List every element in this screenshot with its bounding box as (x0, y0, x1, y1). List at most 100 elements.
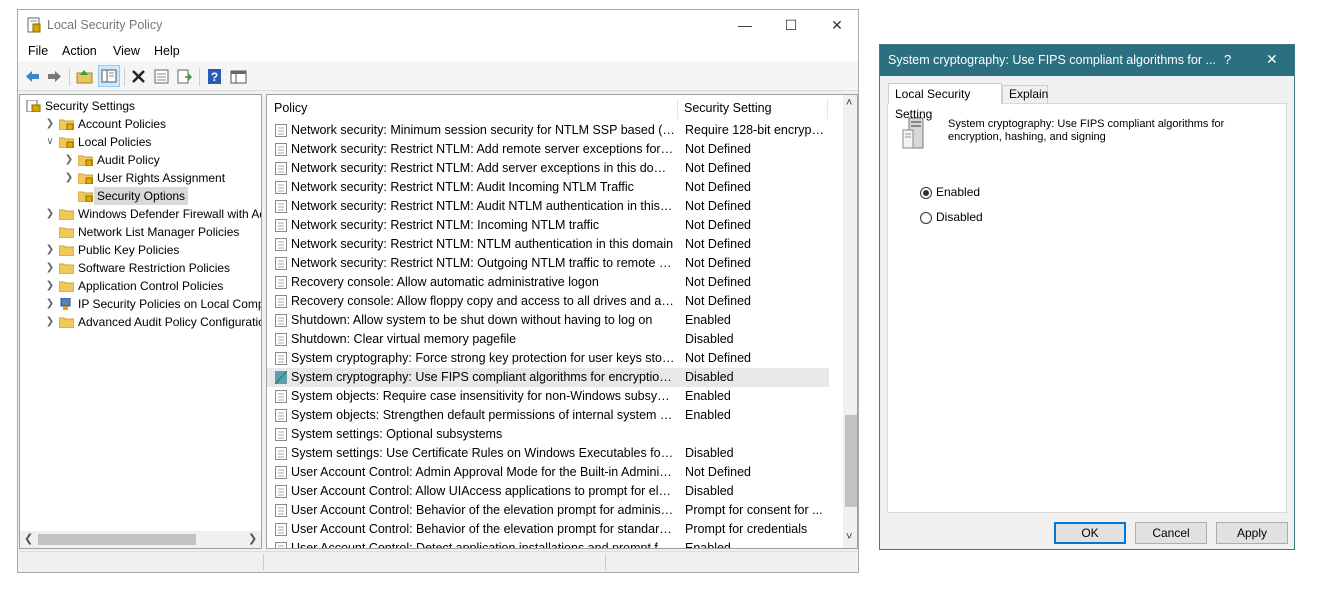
ok-button[interactable]: OK (1054, 522, 1126, 544)
delete-icon[interactable] (130, 68, 147, 85)
policy-row[interactable]: System settings: Use Certificate Rules o… (267, 444, 829, 463)
expand-chevron-icon[interactable]: ❯ (45, 205, 55, 223)
apply-button[interactable]: Apply (1216, 522, 1288, 544)
policy-row[interactable]: Network security: Restrict NTLM: Audit N… (267, 197, 829, 216)
policy-row[interactable]: Recovery console: Allow floppy copy and … (267, 292, 829, 311)
menu-view[interactable]: View (113, 44, 140, 58)
expand-chevron-icon[interactable]: ❯ (64, 169, 74, 187)
scrollbar-thumb[interactable] (845, 415, 857, 507)
shield-icon (26, 100, 41, 112)
policy-row[interactable]: User Account Control: Detect application… (267, 539, 829, 549)
policy-row[interactable]: System settings: Optional subsystems (267, 425, 829, 444)
policy-row[interactable]: Network security: Restrict NTLM: Add rem… (267, 140, 829, 159)
policy-row[interactable]: Network security: Minimum session securi… (267, 121, 829, 140)
tree-horizontal-scrollbar[interactable]: ❮ ❯ (20, 531, 261, 548)
policy-row[interactable]: User Account Control: Behavior of the el… (267, 520, 829, 539)
radio-option-disabled[interactable]: Disabled (920, 210, 1040, 226)
dialog-help-button[interactable]: ? (1224, 52, 1231, 67)
collapse-chevron-icon[interactable]: ∨ (45, 133, 55, 151)
tree-item[interactable]: ❯ Application Control Policies (20, 277, 261, 295)
minimize-button[interactable]: — (722, 10, 768, 41)
policy-row[interactable]: Network security: Restrict NTLM: Incomin… (267, 216, 829, 235)
column-header-policy[interactable]: Policy (274, 95, 307, 121)
scroll-up-icon[interactable]: ˄ (846, 97, 852, 109)
forward-arrow-icon[interactable] (46, 68, 63, 85)
maximize-button[interactable]: ☐ (768, 10, 814, 41)
dialog-title-bar[interactable]: System cryptography: Use FIPS compliant … (880, 45, 1294, 76)
policy-row[interactable]: Network security: Restrict NTLM: Outgoin… (267, 254, 829, 273)
menu-action[interactable]: Action (62, 44, 97, 58)
tree-item[interactable]: ❯ IP Security Policies on Local Compute (20, 295, 261, 313)
menu-file[interactable]: File (28, 44, 48, 58)
tab-local-security-setting[interactable]: Local Security Setting (888, 83, 1002, 121)
policy-setting-icon (275, 352, 287, 365)
policy-row[interactable]: System objects: Strengthen default permi… (267, 406, 829, 425)
title-bar[interactable]: Local Security Policy — ☐ ✕ (18, 10, 858, 41)
tree-item[interactable]: ❯ Advanced Audit Policy Configuration (20, 313, 261, 331)
policy-row[interactable]: User Account Control: Behavior of the el… (267, 501, 829, 520)
scroll-right-icon[interactable]: ❯ (248, 532, 257, 545)
policy-row[interactable]: Network security: Restrict NTLM: Add ser… (267, 159, 829, 178)
policy-name: Recovery console: Allow floppy copy and … (291, 294, 675, 308)
policy-row[interactable]: Shutdown: Clear virtual memory pagefile D… (267, 330, 829, 349)
policy-row[interactable]: Network security: Restrict NTLM: Audit I… (267, 178, 829, 197)
cancel-button[interactable]: Cancel (1135, 522, 1207, 544)
radio-option-enabled[interactable]: Enabled (920, 185, 1040, 201)
tree-item[interactable]: ∨ Local Policies (20, 133, 261, 151)
policy-row[interactable]: System objects: Require case insensitivi… (267, 387, 829, 406)
tree-item-label: IP Security Policies on Local Compute (78, 297, 262, 311)
expand-chevron-icon[interactable]: ❯ (45, 277, 55, 295)
tree-item[interactable]: Security Options (20, 187, 261, 205)
radio-button[interactable] (920, 212, 932, 224)
expand-chevron-icon[interactable]: ❯ (45, 295, 55, 313)
tree-item[interactable]: ❯ Windows Defender Firewall with Adva (20, 205, 261, 223)
scroll-left-icon[interactable]: ❮ (24, 532, 33, 545)
help-icon[interactable]: ? (206, 68, 223, 85)
tab-explain[interactable]: Explain (1002, 85, 1048, 103)
back-arrow-icon[interactable] (24, 68, 41, 85)
policy-setting-icon (275, 143, 287, 156)
list-vertical-scrollbar[interactable]: ˄ ˅ (843, 95, 857, 548)
console-tree-pane[interactable]: Security Settings ❯ Account Policies ∨ Local… (19, 94, 262, 549)
expand-chevron-icon[interactable]: ❯ (45, 241, 55, 259)
scroll-down-icon[interactable]: ˅ (846, 531, 852, 543)
folder-lock-icon (78, 191, 93, 202)
expand-chevron-icon[interactable]: ❯ (64, 151, 74, 169)
tree-item[interactable]: ❯ Account Policies (20, 115, 261, 133)
radio-button[interactable] (920, 187, 932, 199)
svg-text:?: ? (211, 70, 218, 84)
tree-item[interactable]: ❯ Software Restriction Policies (20, 259, 261, 277)
policy-row[interactable]: Recovery console: Allow automatic admini… (267, 273, 829, 292)
dialog-close-button[interactable]: ✕ (1266, 51, 1278, 68)
policy-row[interactable]: Shutdown: Allow system to be shut down w… (267, 311, 829, 330)
show-hide-tree-button[interactable] (98, 65, 120, 87)
tree-item[interactable]: Security Settings (20, 97, 261, 115)
column-header-security-setting[interactable]: Security Setting (684, 95, 772, 121)
policy-row[interactable]: User Account Control: Admin Approval Mod… (267, 463, 829, 482)
column-divider[interactable] (827, 99, 828, 119)
tree-item[interactable]: ❯ Audit Policy (20, 151, 261, 169)
policy-row[interactable]: User Account Control: Allow UIAccess app… (267, 482, 829, 501)
policy-security-setting: Enabled (685, 541, 731, 549)
menu-help[interactable]: Help (154, 44, 180, 58)
tree-item[interactable]: Network List Manager Policies (20, 223, 261, 241)
console-icon[interactable] (230, 68, 247, 85)
expand-chevron-icon[interactable]: ❯ (45, 115, 55, 133)
scrollbar-thumb[interactable] (38, 534, 196, 545)
policy-list-pane[interactable]: Policy ⌃ Security Setting Network securi… (266, 94, 858, 549)
policy-row[interactable]: Network security: Restrict NTLM: NTLM au… (267, 235, 829, 254)
properties-icon[interactable] (153, 68, 170, 85)
expand-chevron-icon[interactable]: ❯ (45, 259, 55, 277)
expand-chevron-icon[interactable]: ❯ (45, 313, 55, 331)
policy-security-setting: Not Defined (685, 237, 752, 251)
policy-row[interactable]: System cryptography: Use FIPS compliant … (267, 368, 829, 387)
tree-item[interactable]: ❯ Public Key Policies (20, 241, 261, 259)
show-hide-tree-icon (101, 69, 117, 83)
up-folder-icon[interactable] (76, 68, 93, 85)
column-divider[interactable] (677, 99, 678, 119)
tree-item[interactable]: ❯ User Rights Assignment (20, 169, 261, 187)
close-button[interactable]: ✕ (814, 10, 860, 41)
policy-name: Network security: Restrict NTLM: Add ser… (291, 161, 675, 175)
export-list-icon[interactable] (176, 68, 193, 85)
policy-row[interactable]: System cryptography: Force strong key pr… (267, 349, 829, 368)
